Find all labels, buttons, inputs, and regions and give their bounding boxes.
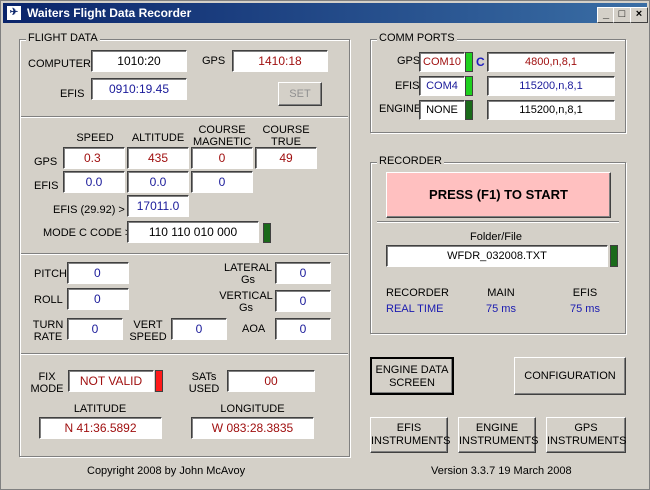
gps-instruments-button[interactable]: GPS INSTRUMENTS <box>546 417 626 453</box>
file-status-indicator <box>610 245 618 267</box>
aoa-field: 0 <box>275 318 331 340</box>
pitch-label: PITCH <box>34 268 67 280</box>
version-text: Version 3.3.7 19 March 2008 <box>431 465 572 477</box>
recorder-group: RECORDER PRESS (F1) TO START Folder/File… <box>370 155 626 334</box>
lateral-gs-label: LATERAL Gs <box>223 262 273 286</box>
fix-mode-field: NOT VALID <box>68 370 154 392</box>
folder-file-field[interactable]: WFDR_032008.TXT <box>386 245 608 267</box>
turn-rate-label: TURN RATE <box>32 319 64 343</box>
mode-c-code-label: MODE C CODE > <box>43 227 132 239</box>
engine-port-label: ENGINE <box>379 103 422 115</box>
course-true-column-header: COURSE TRUE <box>262 124 310 148</box>
lateral-gs-field: 0 <box>275 262 331 284</box>
computer-time-label: COMPUTER <box>28 58 91 70</box>
efis-row-label: EFIS <box>34 180 59 192</box>
main-rate-label: MAIN <box>487 287 515 299</box>
latitude-label: LATITUDE <box>73 403 127 415</box>
gps-port-marker: C <box>476 55 485 69</box>
sats-used-label: SATs USED <box>188 371 220 395</box>
computer-time-field: 1010:20 <box>91 50 187 72</box>
efis-rate-value: 75 ms <box>570 303 600 315</box>
gps-time-field: 1410:18 <box>232 50 328 72</box>
longitude-label: LONGITUDE <box>220 403 285 415</box>
turn-rate-field: 0 <box>67 318 123 340</box>
fix-status-indicator <box>155 370 163 392</box>
speed-column-header: SPEED <box>76 132 114 144</box>
divider <box>21 353 348 355</box>
aoa-label: AOA <box>242 323 266 335</box>
set-button[interactable]: SET <box>278 82 322 106</box>
efis-time-field: 0910:19.45 <box>91 78 187 100</box>
longitude-field: W 083:28.3835 <box>191 417 314 439</box>
roll-label: ROLL <box>34 294 63 306</box>
efis-speed-field: 0.0 <box>63 171 125 193</box>
gps-row-label: GPS <box>34 156 58 168</box>
roll-field: 0 <box>67 288 129 310</box>
efis-baro-altitude-field: 17011.0 <box>127 195 189 217</box>
engine-data-screen-button[interactable]: ENGINE DATA SCREEN <box>370 357 454 395</box>
main-rate-value: 75 ms <box>486 303 516 315</box>
efis-port-label: EFIS <box>395 80 420 92</box>
comm-ports-group: COMM PORTS GPS COM10 C 4800,n,8,1 EFIS C… <box>370 32 626 133</box>
recorder-mode-value: REAL TIME <box>386 303 444 315</box>
gps-port-label: GPS <box>397 55 421 67</box>
main-window: ✈ Waiters Flight Data Recorder _ □ × FLI… <box>0 0 650 490</box>
efis-port-field[interactable]: COM4 <box>419 76 465 96</box>
altitude-column-header: ALTITUDE <box>131 132 185 144</box>
engine-instruments-button[interactable]: ENGINE INSTRUMENTS <box>458 417 538 453</box>
efis-baro-label: EFIS (29.92) > <box>53 204 125 216</box>
pitch-field: 0 <box>67 262 129 284</box>
gps-port-settings: 4800,n,8,1 <box>487 52 615 72</box>
engine-port-indicator <box>465 100 473 120</box>
efis-altitude-field: 0.0 <box>127 171 189 193</box>
app-icon[interactable]: ✈ <box>7 6 21 20</box>
gps-time-label: GPS <box>202 55 226 67</box>
efis-rate-label: EFIS <box>572 287 598 299</box>
gps-altitude-field: 435 <box>127 147 189 169</box>
title-bar[interactable]: ✈ Waiters Flight Data Recorder _ □ × <box>3 3 648 23</box>
gps-port-field[interactable]: COM10 <box>419 52 465 72</box>
configuration-button[interactable]: CONFIGURATION <box>514 357 626 395</box>
copyright-text: Copyright 2008 by John McAvoy <box>87 465 246 477</box>
course-magnetic-column-header: COURSE MAGNETIC <box>192 124 252 148</box>
mode-c-code-field: 110 110 010 000 <box>127 221 259 243</box>
folder-file-label: Folder/File <box>470 231 522 243</box>
vertical-gs-field: 0 <box>275 290 331 312</box>
gps-port-indicator <box>465 52 473 72</box>
engine-port-settings: 115200,n,8,1 <box>487 100 615 120</box>
latitude-field: N 41:36.5892 <box>39 417 162 439</box>
mode-c-status-indicator <box>263 223 271 243</box>
vert-speed-label: VERT SPEED <box>129 319 167 343</box>
recorder-group-title: RECORDER <box>377 155 444 167</box>
divider <box>377 221 619 223</box>
divider <box>21 253 348 255</box>
maximize-button[interactable]: □ <box>613 7 631 23</box>
efis-instruments-button[interactable]: EFIS INSTRUMENTS <box>370 417 450 453</box>
window-title: Waiters Flight Data Recorder <box>27 6 192 20</box>
engine-port-field[interactable]: NONE <box>419 100 465 120</box>
gps-course-true-field: 49 <box>255 147 317 169</box>
sats-used-field: 00 <box>227 370 315 392</box>
flight-data-group-title: FLIGHT DATA <box>26 32 100 44</box>
comm-ports-group-title: COMM PORTS <box>377 32 457 44</box>
start-recording-button[interactable]: PRESS (F1) TO START <box>386 172 611 218</box>
fix-mode-label: FIX MODE <box>30 371 64 395</box>
divider <box>21 116 348 118</box>
gps-speed-field: 0.3 <box>63 147 125 169</box>
vertical-gs-label: VERTICAL Gs <box>219 290 273 314</box>
vert-speed-field: 0 <box>171 318 227 340</box>
gps-course-magnetic-field: 0 <box>191 147 253 169</box>
close-button[interactable]: × <box>630 7 648 23</box>
efis-port-indicator <box>465 76 473 96</box>
efis-port-settings: 115200,n,8,1 <box>487 76 615 96</box>
flight-data-group: FLIGHT DATA COMPUTER 1010:20 GPS 1410:18… <box>19 32 350 457</box>
efis-course-magnetic-field: 0 <box>191 171 253 193</box>
recorder-mode-label: RECORDER <box>386 287 449 299</box>
efis-time-label: EFIS <box>60 88 85 100</box>
